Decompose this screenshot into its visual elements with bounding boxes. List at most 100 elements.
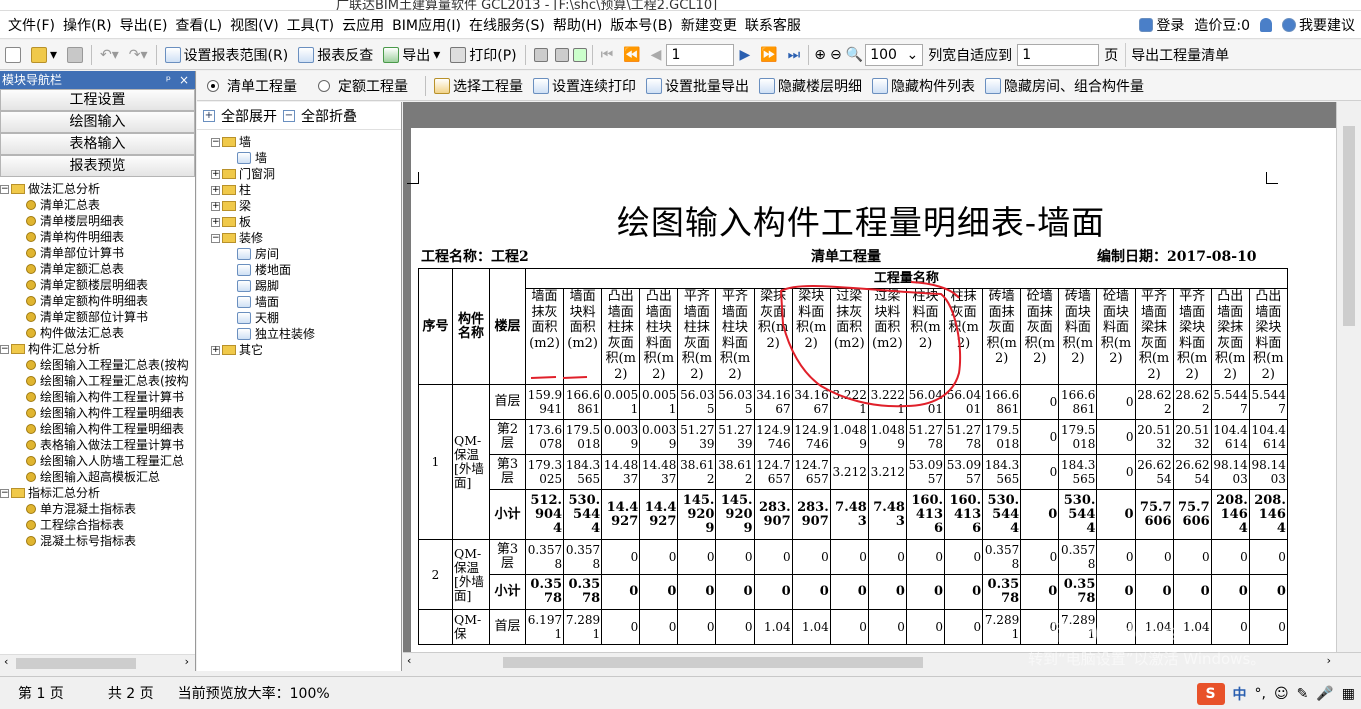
report-tree-item[interactable]: 清单楼层明细表 <box>0 213 195 229</box>
menu-item[interactable]: 新建变更 <box>677 15 741 35</box>
report-tree-item[interactable]: 清单定额楼层明细表 <box>0 277 195 293</box>
zoom-select[interactable]: 100 ⌄ <box>865 43 924 66</box>
select-qty-button[interactable]: 选择工程量 <box>429 74 528 98</box>
export-button[interactable]: 导出 ▾ <box>378 43 445 67</box>
emoji-icon[interactable]: ☺ <box>1274 686 1289 702</box>
quota-qty-radio[interactable]: 定额工程量 <box>302 74 413 98</box>
new-file-button[interactable] <box>0 43 26 67</box>
continuous-print-button[interactable]: 设置连续打印 <box>528 74 641 98</box>
report-tree-item[interactable]: 绘图输入构件工程量计算书 <box>0 389 195 405</box>
menu-item[interactable]: 工具(T) <box>283 15 338 35</box>
open-file-button[interactable]: ▾ <box>26 43 62 67</box>
menu-item[interactable]: 联系客服 <box>741 15 805 35</box>
mic-icon[interactable]: 🎤 <box>1316 686 1333 702</box>
scroll-left-icon[interactable]: ‹ <box>4 655 8 668</box>
notify-icon[interactable] <box>1260 18 1272 32</box>
component-tree-node[interactable]: − 墙 <box>197 134 401 150</box>
menu-item[interactable]: 操作(R) <box>59 15 116 35</box>
expand-toggle-icon[interactable]: + <box>211 217 220 227</box>
export-bill-button[interactable]: 导出工程量清单 <box>1125 42 1234 67</box>
punct-icon[interactable]: °, <box>1255 686 1266 702</box>
suggest-button[interactable]: 我要建议 <box>1282 15 1355 35</box>
prev-button[interactable]: ◀ <box>646 43 667 67</box>
report-tree-item[interactable]: 绘图输入工程量汇总表(按构 <box>0 373 195 389</box>
grid-icon[interactable]: ▦ <box>1342 686 1355 702</box>
menu-item[interactable]: 版本号(B) <box>606 15 677 35</box>
redo-button[interactable]: ↷▾ <box>124 43 153 67</box>
report-tree-item[interactable]: 表格输入做法工程量计算书 <box>0 437 195 453</box>
bill-qty-radio[interactable]: 清单工程量 <box>197 74 302 98</box>
component-tree-node[interactable]: + 板 <box>197 214 401 230</box>
report-tree-item[interactable]: 清单定额汇总表 <box>0 261 195 277</box>
component-tree-node[interactable]: + 其它 <box>197 342 401 358</box>
hide-floor-detail-button[interactable]: 隐藏楼层明细 <box>754 74 867 98</box>
sogou-logo[interactable]: S <box>1196 682 1225 705</box>
next-button[interactable]: ▶ <box>734 43 755 67</box>
menu-item[interactable]: 云应用 <box>338 15 388 35</box>
expand-toggle-icon[interactable]: + <box>211 169 220 179</box>
report-tree-item[interactable]: 清单汇总表 <box>0 197 195 213</box>
zoom-in-button[interactable]: ⊕ <box>812 43 828 67</box>
menu-item[interactable]: 帮助(H) <box>549 15 606 35</box>
report-check-button[interactable]: 报表反查 <box>293 43 378 67</box>
close-icon[interactable]: × <box>179 71 189 89</box>
component-tree-node[interactable]: − 装修 <box>197 230 401 246</box>
report-tree-item[interactable]: 清单定额部位计算书 <box>0 309 195 325</box>
report-tree-item[interactable]: 单方混凝土指标表 <box>0 501 195 517</box>
scroll-thumb[interactable] <box>503 657 923 668</box>
component-tree-node[interactable]: 房间 <box>197 246 401 262</box>
hide-component-list-button[interactable]: 隐藏构件列表 <box>867 74 980 98</box>
set-report-range-button[interactable]: 设置报表范围(R) <box>160 43 294 67</box>
report-tree-item[interactable]: 清单部位计算书 <box>0 245 195 261</box>
component-tree-node[interactable]: 楼地面 <box>197 262 401 278</box>
pen-icon[interactable]: ✎ <box>1297 686 1309 702</box>
nav-button[interactable]: 报表预览 <box>0 155 195 177</box>
tree-group[interactable]: − 构件汇总分析 <box>0 341 195 357</box>
expand-toggle-icon[interactable]: − <box>211 233 220 243</box>
collapse-toggle-icon[interactable]: − <box>0 488 9 498</box>
ime-lang[interactable]: 中 <box>1233 684 1247 704</box>
zoom-fit-button[interactable]: 🔍 <box>844 43 865 67</box>
report-tree-item[interactable]: 清单构件明细表 <box>0 229 195 245</box>
menu-item[interactable]: BIM应用(I) <box>388 15 465 35</box>
component-tree-node[interactable]: + 门窗洞 <box>197 166 401 182</box>
component-tree-node[interactable]: 独立柱装修 <box>197 326 401 342</box>
report-tree-item[interactable]: 构件做法汇总表 <box>0 325 195 341</box>
tree-group[interactable]: − 做法汇总分析 <box>0 181 195 197</box>
next-page-button[interactable]: ⏩ <box>755 43 782 67</box>
menu-item[interactable]: 在线服务(S) <box>465 15 549 35</box>
component-tree-node[interactable]: 踢脚 <box>197 278 401 294</box>
nav-button[interactable]: 工程设置 <box>0 89 195 111</box>
menu-item[interactable]: 查看(L) <box>171 15 226 35</box>
expand-toggle-icon[interactable]: + <box>211 345 220 355</box>
collapse-toggle-icon[interactable]: − <box>0 344 9 354</box>
first-page-button[interactable]: ⏮ <box>596 43 619 67</box>
login-button[interactable]: 登录 <box>1139 15 1184 35</box>
scroll-right-icon[interactable]: › <box>1327 654 1331 667</box>
expand-toggle-icon[interactable]: − <box>211 137 220 147</box>
scroll-thumb[interactable] <box>1343 126 1355 326</box>
report-tree-item[interactable]: 绘图输入构件工程量明细表 <box>0 421 195 437</box>
report-tree-item[interactable]: 绘图输入构件工程量明细表 <box>0 405 195 421</box>
fit-pages-input[interactable]: 1 <box>1017 43 1100 66</box>
expand-toggle-icon[interactable]: + <box>211 201 220 211</box>
zoom-out-button[interactable]: ⊖ <box>828 43 844 67</box>
component-tree-node[interactable]: 天棚 <box>197 310 401 326</box>
report-tree-item[interactable]: 绘图输入工程量汇总表(按构 <box>0 357 195 373</box>
scroll-left-icon[interactable]: ‹ <box>407 654 411 667</box>
component-tree-node[interactable]: + 梁 <box>197 198 401 214</box>
double-page-view-button[interactable] <box>553 43 571 67</box>
collapse-toggle-icon[interactable]: − <box>0 184 9 194</box>
component-tree-node[interactable]: + 柱 <box>197 182 401 198</box>
report-tree-item[interactable]: 清单定额构件明细表 <box>0 293 195 309</box>
report-tree-item[interactable]: 绘图输入人防墙工程量汇总 <box>0 453 195 469</box>
nav-button[interactable]: 表格输入 <box>0 133 195 155</box>
undo-button[interactable]: ↶▾ <box>95 43 124 67</box>
single-page-view-button[interactable] <box>529 43 553 67</box>
report-tree-item[interactable]: 混凝土标号指标表 <box>0 533 195 549</box>
menu-item[interactable]: 文件(F) <box>4 15 59 35</box>
print-button[interactable]: 打印(P) <box>445 43 521 67</box>
scroll-right-icon[interactable]: › <box>185 655 189 668</box>
save-button[interactable] <box>62 43 88 67</box>
page-number-input[interactable]: 1 <box>666 43 735 66</box>
